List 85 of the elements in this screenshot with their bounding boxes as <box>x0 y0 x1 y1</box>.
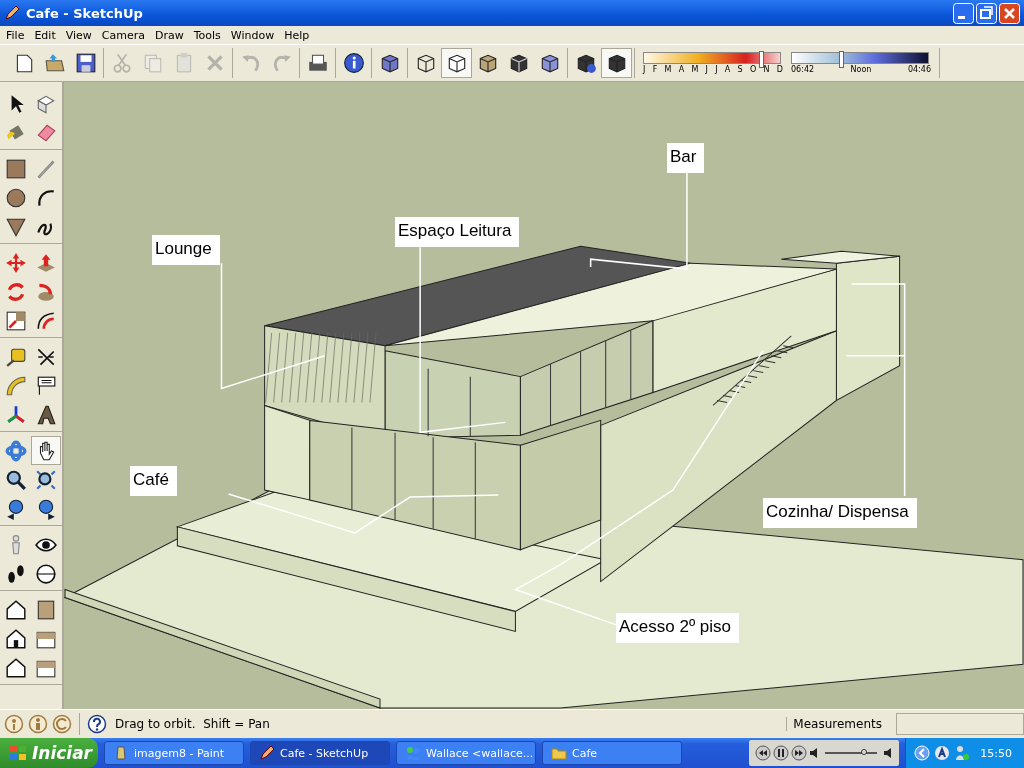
month-label: M <box>664 65 672 74</box>
time-label: Noon <box>850 65 872 74</box>
section-plane-icon <box>35 562 57 585</box>
measurements-label: Measurements <box>786 717 888 731</box>
scissors-icon <box>110 52 133 74</box>
help-icon[interactable] <box>87 714 107 734</box>
volume-thumb[interactable] <box>861 749 868 755</box>
open-folder-icon <box>43 52 66 74</box>
menu-item[interactable]: File <box>2 28 31 42</box>
house-icon <box>5 598 27 621</box>
info-icon <box>342 52 365 74</box>
callout-label: Bar <box>667 143 705 173</box>
house-outline-icon <box>5 656 27 679</box>
letter-a-icon[interactable] <box>934 745 951 761</box>
speaker-icon <box>883 745 894 761</box>
time-label: 06:42 <box>791 65 815 74</box>
forward-button[interactable] <box>791 745 808 761</box>
menu-item[interactable]: View <box>61 28 98 42</box>
slider-thumb[interactable] <box>838 51 844 68</box>
month-label: J <box>715 65 718 74</box>
printer-icon <box>306 52 329 74</box>
letter-icon <box>35 403 57 426</box>
rewind-button[interactable] <box>755 745 772 761</box>
callout-label: Espaço Leitura <box>395 217 520 247</box>
menu-item[interactable]: Help <box>280 28 316 42</box>
taskbar-button[interactable]: imagem8 - Paint <box>104 741 244 765</box>
month-label: A <box>724 65 731 74</box>
menu-item[interactable]: Camera <box>97 28 151 42</box>
paint-app-icon <box>113 745 129 761</box>
callout-label: Café <box>130 466 177 496</box>
zoom-extents-icon <box>35 468 57 491</box>
toolbar-button[interactable] <box>441 48 472 78</box>
orbit-icon <box>5 439 27 462</box>
door-icon <box>35 598 57 621</box>
tool-button[interactable] <box>31 436 61 465</box>
taskbar-button[interactable]: Cafe - SketchUp <box>250 741 390 765</box>
folder-icon <box>551 745 567 761</box>
month-label: J <box>705 65 708 74</box>
clock: 15:50 <box>980 746 1012 760</box>
text-label-icon <box>35 374 57 397</box>
month-label: D <box>776 65 783 74</box>
menu-item[interactable]: Window <box>226 28 281 42</box>
maximize-button[interactable] <box>976 2 997 24</box>
callout-label: Cozinha/ Dispensa <box>763 498 917 528</box>
window-title: Cafe - SketchUp <box>26 5 143 21</box>
status-hint: Drag to orbit. Shift = Pan <box>115 717 270 731</box>
callout-label: Acesso 2º piso <box>616 613 740 643</box>
measurements-field[interactable] <box>896 713 1024 735</box>
pencil-icon <box>35 157 57 180</box>
person-badge-icon[interactable] <box>28 714 48 734</box>
magnifier-icon <box>5 468 27 491</box>
people-icon <box>405 745 421 761</box>
undo-arrow-icon <box>239 52 262 74</box>
close-button[interactable] <box>999 2 1020 24</box>
menu-item[interactable]: Draw <box>151 28 190 42</box>
footprints-icon <box>5 562 27 585</box>
protractor-icon <box>5 374 27 397</box>
menu-item[interactable]: Edit <box>30 28 62 42</box>
house-front-icon <box>5 627 27 650</box>
minimize-button[interactable] <box>953 2 974 24</box>
month-label: F <box>652 65 658 74</box>
month-label: A <box>678 65 685 74</box>
pencil-icon <box>259 745 275 761</box>
offset-icon <box>35 309 57 332</box>
square-icon <box>5 157 27 180</box>
month-label: M <box>691 65 699 74</box>
person-badge-icon[interactable] <box>4 714 24 734</box>
pencil-icon <box>4 5 20 21</box>
circle-icon <box>5 186 27 209</box>
taskbar-button[interactable]: Cafe <box>542 741 682 765</box>
month-label: O <box>749 65 757 74</box>
speaker-icon <box>809 745 820 761</box>
callout-label: Lounge <box>152 235 220 265</box>
time-label: 04:46 <box>907 65 931 74</box>
menu-item[interactable]: Tools <box>189 28 227 42</box>
move-arrows-icon <box>5 251 27 274</box>
month-label: S <box>737 65 743 74</box>
month-label: N <box>763 65 770 74</box>
taskbar-button[interactable]: Wallace <wallace... <box>396 741 536 765</box>
scale-icon <box>5 309 27 332</box>
toolbar-button[interactable] <box>601 48 632 78</box>
pause-button[interactable] <box>773 745 790 761</box>
windows-flag-icon <box>8 743 28 763</box>
slider-thumb[interactable] <box>758 51 764 68</box>
month-label: J <box>643 65 646 74</box>
